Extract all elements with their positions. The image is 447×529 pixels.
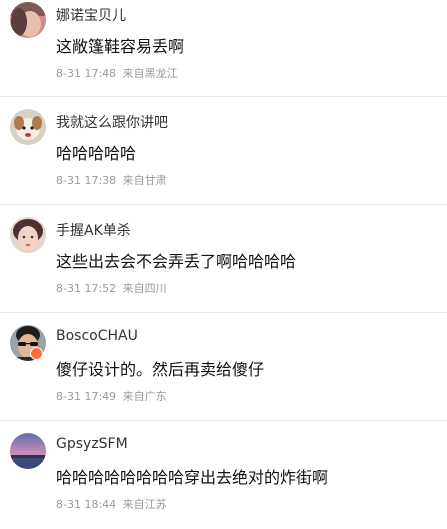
comment-text: 这些出去会不会弄丢了啊哈哈哈哈 [56, 252, 297, 271]
comment-time: 8-31 17:52 [56, 282, 117, 295]
comment-text: 哈哈哈哈哈哈哈哈穿出去绝对的炸街啊 [56, 468, 329, 487]
comment-username[interactable]: 手握AK单杀 [56, 220, 131, 240]
comment-list: 娜诺宝贝儿 这敞篷鞋容易丢啊 8-31 17:48 来自黑龙江 我就这么跟你讲吧… [0, 0, 447, 529]
girl-portrait-avatar[interactable] [10, 217, 46, 253]
comment-location: 来自江苏 [122, 498, 167, 511]
comment-item: BoscoCHAU 傻仔设计的。然后再卖给傻仔 8-31 17:49 来自广东 [0, 313, 447, 421]
comment-username[interactable]: BoscoCHAU [56, 328, 138, 344]
comment-location: 来自四川 [122, 282, 167, 295]
comment-meta: 8-31 18:44 来自江苏 [56, 496, 167, 512]
comment-time: 8-31 17:38 [56, 174, 117, 187]
comment-item: 娜诺宝贝儿 这敞篷鞋容易丢啊 8-31 17:48 来自黑龙江 [0, 0, 447, 97]
comment-username[interactable]: GpsyzSFM [56, 436, 128, 452]
comment-item: 手握AK单杀 这些出去会不会弄丢了啊哈哈哈哈 8-31 17:52 来自四川 [0, 205, 447, 313]
comment-item: GpsyzSFM 哈哈哈哈哈哈哈哈穿出去绝对的炸街啊 8-31 18:44 来自… [0, 421, 447, 529]
comment-location: 来自黑龙江 [122, 67, 178, 80]
comment-text: 傻仔设计的。然后再卖给傻仔 [56, 360, 265, 379]
comment-time: 8-31 18:44 [56, 498, 117, 511]
comment-time: 8-31 17:49 [56, 390, 117, 403]
woman-portrait-avatar[interactable] [10, 2, 46, 38]
comment-username[interactable]: 我就这么跟你讲吧 [56, 112, 168, 132]
comment-meta: 8-31 17:48 来自黑龙江 [56, 65, 178, 81]
comment-username[interactable]: 娜诺宝贝儿 [56, 5, 126, 25]
comment-meta: 8-31 17:52 来自四川 [56, 280, 167, 296]
comment-meta: 8-31 17:38 来自甘肃 [56, 172, 167, 188]
dog-photo-avatar[interactable] [10, 109, 46, 145]
comment-item: 我就这么跟你讲吧 哈哈哈哈哈 8-31 17:38 来自甘肃 [0, 97, 447, 205]
comment-location: 来自甘肃 [122, 174, 167, 187]
comment-text: 这敞篷鞋容易丢啊 [56, 37, 185, 56]
sunset-landscape-avatar[interactable] [10, 433, 46, 469]
comment-text: 哈哈哈哈哈 [56, 144, 137, 163]
comment-meta: 8-31 17:49 来自广东 [56, 388, 167, 404]
comment-location: 来自广东 [122, 390, 167, 403]
comment-time: 8-31 17:48 [56, 67, 117, 80]
verified-badge-icon [30, 347, 43, 360]
